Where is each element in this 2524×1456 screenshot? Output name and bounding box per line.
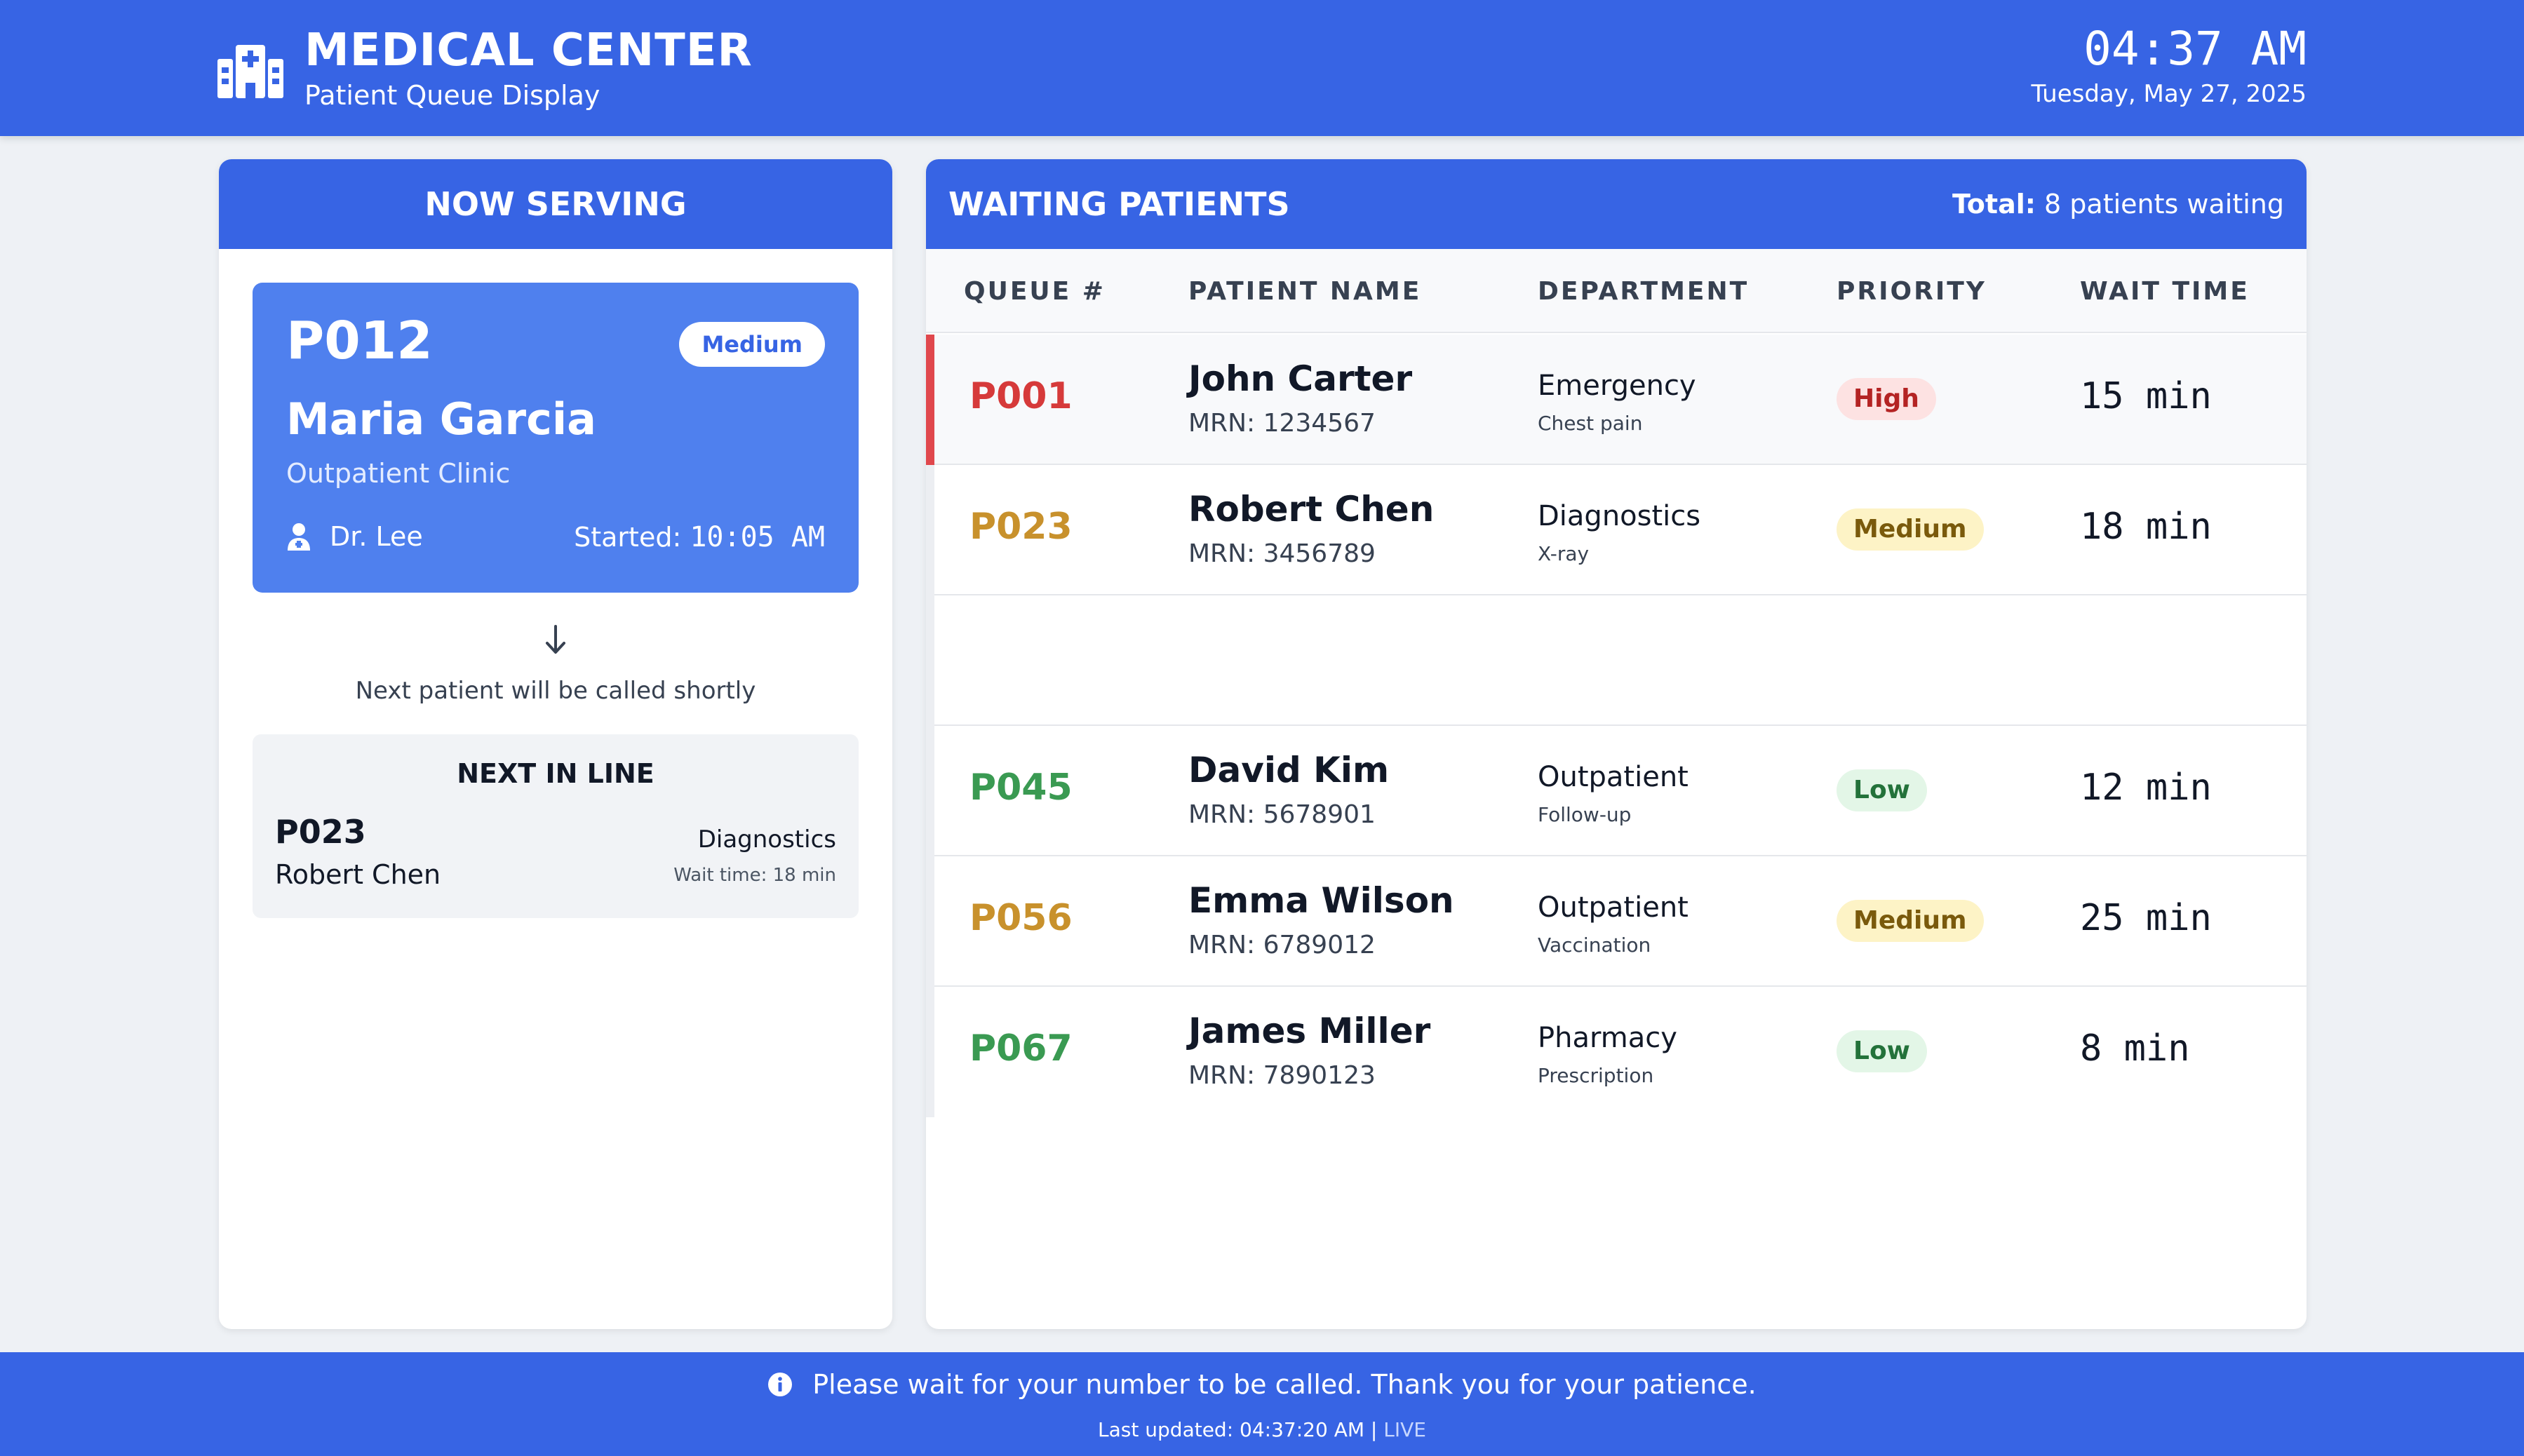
priority-badge: Medium [1837, 508, 1984, 551]
patient-name: Emma Wilson [1188, 880, 1454, 921]
patient-mrn: MRN: 1234567 [1188, 409, 1376, 438]
footer: Please wait for your number to be called… [0, 1352, 2524, 1456]
now-serving-panel: NOW SERVING P012 Medium Maria Garcia Out… [219, 159, 892, 1329]
table-row: P067 James Miller MRN: 7890123 Pharmacy … [926, 987, 2307, 1117]
next-in-line-heading: NEXT IN LINE [457, 758, 655, 789]
started-label: Started: [574, 522, 682, 553]
column-header-department: DEPARTMENT [1538, 277, 1750, 306]
department: Outpatient [1538, 761, 1689, 793]
footer-message-text: Please wait for your number to be called… [812, 1369, 1757, 1400]
row-border [926, 726, 934, 856]
queue-number: P001 [969, 375, 1073, 417]
priority-badge: High [1837, 378, 1936, 420]
table-row: P023 Robert Chen MRN: 3456789 Diagnostic… [926, 465, 2307, 595]
patient-mrn: MRN: 5678901 [1188, 800, 1376, 829]
waiting-heading: WAITING PATIENTS [948, 185, 1290, 223]
department: Emergency [1538, 370, 1696, 402]
live-indicator: LIVE [1383, 1418, 1426, 1441]
department: Diagnostics [1538, 500, 1701, 532]
serving-patient-name: Maria Garcia [286, 393, 596, 445]
app-header: MEDICAL CENTER Patient Queue Display 04:… [0, 0, 2524, 136]
clock-date: Tuesday, May 27, 2025 [2031, 80, 2307, 108]
doctor-icon [288, 523, 310, 551]
wait-time: 25 min [2080, 897, 2212, 939]
patient-mrn: MRN: 3456789 [1188, 539, 1376, 568]
waiting-total: Total: 8 patients waiting [1952, 189, 2284, 220]
waiting-patients-panel: WAITING PATIENTS Total: 8 patients waiti… [926, 159, 2307, 1329]
row-border [926, 987, 934, 1117]
next-patient-name: Robert Chen [275, 859, 441, 890]
arrow-down-icon [546, 625, 565, 654]
row-border [926, 465, 934, 595]
visit-reason: Prescription [1538, 1064, 1654, 1087]
app-title: MEDICAL CENTER [304, 25, 753, 76]
priority-badge: Low [1837, 1030, 1927, 1072]
next-queue-number: P023 [275, 813, 366, 851]
hospital-icon [217, 45, 283, 98]
last-updated: Last updated: 04:37:20 AM | LIVE [0, 1418, 2524, 1441]
queue-number: P023 [969, 506, 1073, 548]
clock-time: 04:37 AM [2083, 22, 2307, 76]
footer-message: Please wait for your number to be called… [0, 1369, 2524, 1400]
department: Pharmacy [1538, 1022, 1677, 1054]
patient-mrn: MRN: 7890123 [1188, 1061, 1376, 1090]
table-row: P056 Emma Wilson MRN: 6789012 Outpatient… [926, 856, 2307, 987]
next-department: Diagnostics [697, 825, 836, 854]
row-border [926, 595, 934, 726]
now-serving-card: P012 Medium Maria Garcia Outpatient Clin… [253, 283, 859, 593]
queue-number: P067 [969, 1027, 1073, 1070]
column-header-wait: WAIT TIME [2080, 277, 2250, 306]
next-in-line-card: NEXT IN LINE P023 Robert Chen Diagnostic… [253, 734, 859, 918]
queue-number: P045 [969, 767, 1073, 809]
info-icon [768, 1373, 793, 1396]
department: Outpatient [1538, 891, 1689, 924]
last-updated-text: Last updated: 04:37:20 AM | [1098, 1418, 1378, 1441]
priority-badge: Low [1837, 769, 1927, 811]
started-time: 10:05 AM [690, 521, 825, 553]
brand: MEDICAL CENTER Patient Queue Display [217, 25, 753, 112]
table-row: P001 John Carter MRN: 1234567 Emergency … [926, 335, 2307, 465]
patient-mrn: MRN: 6789012 [1188, 931, 1376, 959]
next-wait-time: Wait time: 18 min [673, 865, 836, 886]
visit-reason: X-ray [1538, 542, 1590, 565]
visit-reason: Chest pain [1538, 412, 1643, 435]
serving-priority-badge: Medium [679, 322, 825, 367]
app-subtitle: Patient Queue Display [304, 80, 600, 111]
total-label: Total: [1952, 189, 2036, 220]
patient-name: David Kim [1188, 750, 1390, 790]
priority-badge: Medium [1837, 900, 1984, 942]
column-header-name: PATIENT NAME [1188, 277, 1422, 306]
wait-time: 8 min [2080, 1027, 2190, 1070]
doctor-name: Dr. Lee [330, 521, 423, 552]
waiting-header: WAITING PATIENTS Total: 8 patients waiti… [926, 159, 2307, 249]
table-header: QUEUE # PATIENT NAME DEPARTMENT PRIORITY… [926, 249, 2307, 333]
wait-time: 18 min [2080, 506, 2212, 548]
serving-department: Outpatient Clinic [286, 458, 511, 489]
patient-name: James Miller [1188, 1011, 1431, 1051]
wait-time: 15 min [2080, 375, 2212, 417]
clock: 04:37 AM Tuesday, May 27, 2025 [2032, 21, 2307, 109]
serving-started: Started: 10:05 AM [574, 521, 825, 553]
serving-doctor: Dr. Lee [286, 521, 423, 552]
column-header-priority: PRIORITY [1837, 277, 1987, 306]
row-border [926, 856, 934, 987]
empty-table-row [926, 595, 2307, 726]
queue-number: P056 [969, 897, 1073, 939]
column-header-queue: QUEUE # [964, 277, 1106, 306]
visit-reason: Vaccination [1538, 933, 1651, 957]
table-row: P045 David Kim MRN: 5678901 Outpatient F… [926, 726, 2307, 856]
total-count: 8 patients waiting [2044, 189, 2284, 220]
next-patient-message: Next patient will be called shortly [355, 677, 756, 705]
wait-time: 12 min [2080, 767, 2212, 809]
patient-name: Robert Chen [1188, 489, 1435, 530]
serving-queue-number: P012 [286, 311, 433, 371]
visit-reason: Follow-up [1538, 803, 1632, 826]
patient-name: John Carter [1188, 358, 1413, 399]
priority-accent-bar [926, 335, 934, 465]
now-serving-heading: NOW SERVING [219, 159, 892, 249]
